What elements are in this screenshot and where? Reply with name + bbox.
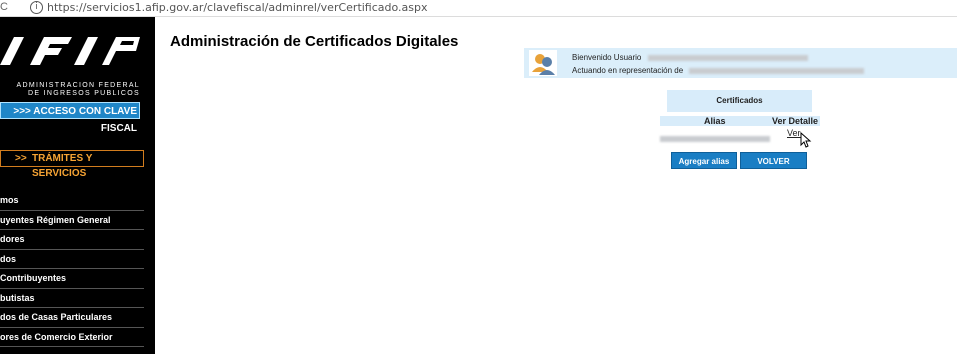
tramites-label: TRÁMITES Y SERVICIOS — [32, 153, 93, 179]
tramites-servicios-button[interactable]: >> TRÁMITES Y SERVICIOS — [0, 150, 144, 179]
welcome-panel: Bienvenido Usuario Actuando en represent… — [524, 48, 957, 78]
column-header-alias: Alias — [704, 116, 726, 126]
certificates-table-title: Certificados — [667, 90, 812, 112]
sidebar-item[interactable]: dos de Casas Particulares — [0, 308, 144, 328]
table-row — [660, 130, 770, 148]
add-alias-button[interactable]: Agregar alias — [671, 152, 737, 169]
welcome-label: Bienvenido Usuario — [572, 53, 642, 62]
redacted-alias — [660, 135, 770, 142]
info-icon[interactable]: i — [30, 1, 43, 14]
acceso-clave-fiscal-button[interactable]: >>> ACCESO CON CLAVE FISCAL — [0, 102, 140, 134]
logo-caption: ADMINISTRACION FEDERAL DE INGRESOS PUBLI… — [14, 82, 140, 98]
welcome-line: Bienvenido Usuario — [572, 53, 808, 62]
sidebar-item[interactable]: mos — [0, 191, 144, 211]
arrow-icon: >> — [15, 153, 27, 164]
column-header-detail: Ver Detalle — [772, 116, 819, 126]
logo-line-1: ADMINISTRACION FEDERAL — [16, 82, 140, 89]
redacted-username — [647, 54, 808, 61]
redacted-representation — [689, 67, 865, 74]
sidebar-item[interactable]: ores de Comercio Exterior — [0, 328, 144, 347]
afip-logo-mark — [0, 37, 140, 65]
url-text[interactable]: https://servicios1.afip.gov.ar/clavefisc… — [47, 0, 428, 15]
representing-line: Actuando en representación de — [572, 66, 865, 75]
page-title: Administración de Certificados Digitales — [170, 33, 459, 50]
sidebar-menu: mos uyentes Régimen General dores dos Co… — [0, 191, 144, 347]
logo-line-2: DE INGRESOS PUBLICOS — [28, 90, 140, 97]
reload-icon[interactable]: C — [0, 1, 8, 13]
back-button[interactable]: VOLVER — [740, 152, 807, 169]
sidebar: ADMINISTRACION FEDERAL DE INGRESOS PUBLI… — [0, 17, 155, 354]
afip-logo[interactable]: ADMINISTRACION FEDERAL DE INGRESOS PUBLI… — [0, 27, 150, 107]
sidebar-item[interactable]: uyentes Régimen General — [0, 211, 144, 230]
sidebar-item[interactable]: dores — [0, 230, 144, 250]
representing-label: Actuando en representación de — [572, 66, 684, 75]
sidebar-item[interactable]: butistas — [0, 289, 144, 308]
ver-detail-link[interactable]: Ver — [787, 128, 801, 138]
users-icon — [529, 50, 557, 76]
sidebar-item[interactable]: Contribuyentes — [0, 269, 144, 289]
mouse-cursor-icon — [800, 132, 812, 148]
address-bar[interactable]: C i https://servicios1.afip.gov.ar/clave… — [0, 0, 957, 17]
sidebar-item[interactable]: dos — [0, 250, 144, 269]
